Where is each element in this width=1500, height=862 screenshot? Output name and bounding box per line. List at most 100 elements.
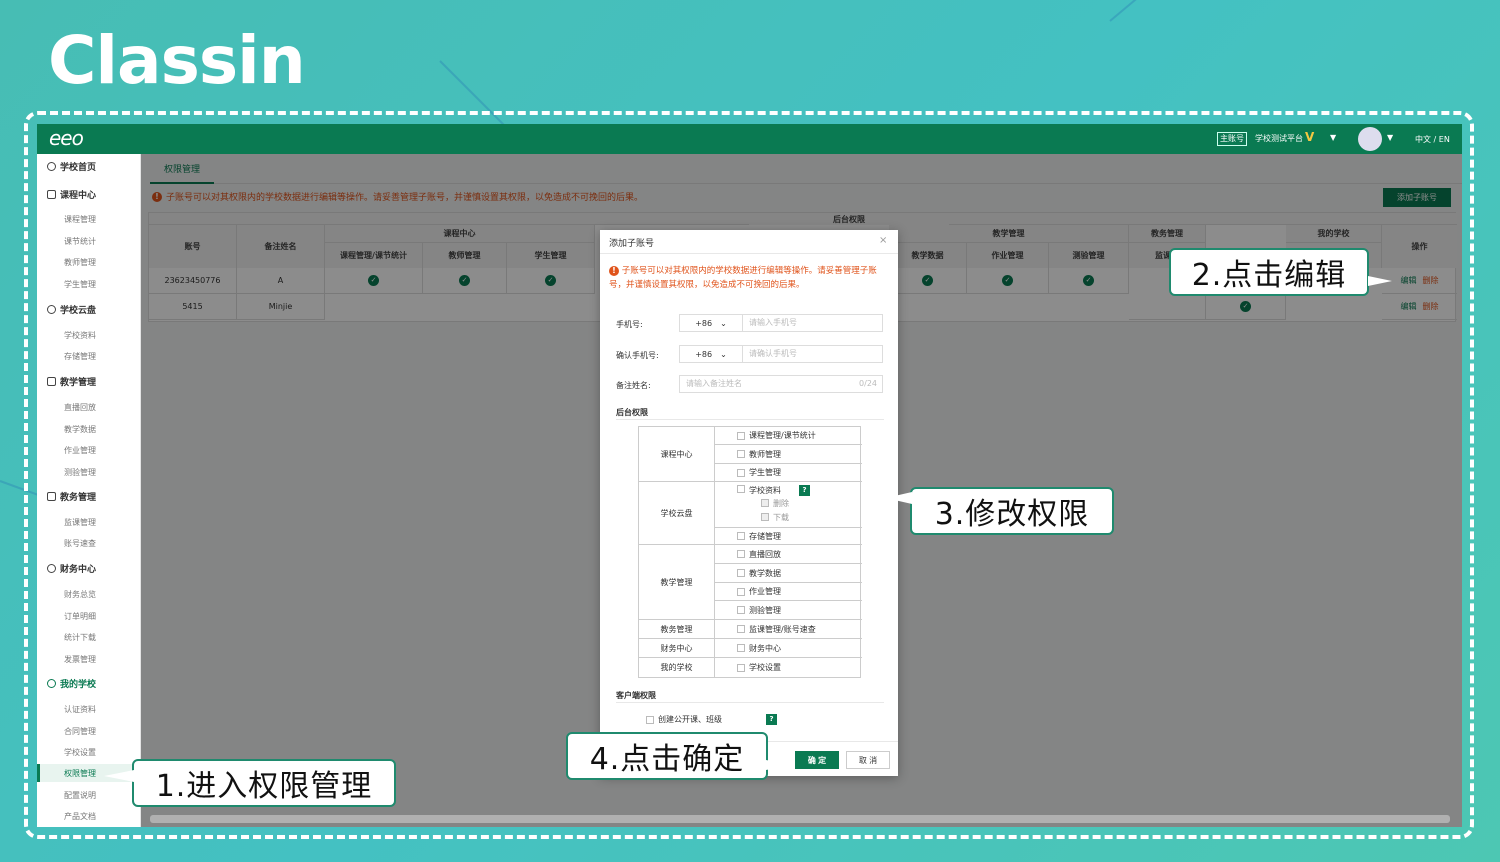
sub-perm-label: 删除 <box>773 498 789 508</box>
perm-row[interactable]: 教师管理 <box>715 445 862 464</box>
language-switch[interactable]: 中文 / EN <box>1415 134 1450 145</box>
perm-row[interactable]: 课程管理/课节统计 <box>715 427 862 445</box>
chevron-down-icon[interactable]: ▼ <box>1330 133 1336 142</box>
perm-row[interactable]: 财务中心 <box>715 639 862 658</box>
sidebar-item[interactable]: 学校设置 <box>64 747 96 758</box>
close-icon[interactable]: × <box>879 235 887 246</box>
sidebar-label: 财务中心 <box>60 565 97 575</box>
checkbox[interactable] <box>737 606 745 614</box>
sidebar-item-home[interactable]: 学校首页 <box>47 160 96 173</box>
phone-code-select[interactable]: +86 ⌄ <box>679 314 743 332</box>
sidebar-item-my-school[interactable]: 我的学校 <box>47 677 96 690</box>
sidebar-item[interactable]: 监课管理 <box>64 517 96 528</box>
chevron-down-icon[interactable]: ▼ <box>1387 133 1393 142</box>
sidebar-item-cloud[interactable]: 学校云盘 <box>47 303 96 316</box>
phone-code: +86 <box>695 349 713 359</box>
perm-row[interactable]: 教学数据 <box>715 564 862 583</box>
avatar[interactable] <box>1358 127 1382 151</box>
sidebar-item[interactable]: 教学数据 <box>64 424 96 435</box>
perm-label: 学生管理 <box>749 468 781 477</box>
perm-row[interactable]: 学校设置 <box>715 658 862 677</box>
top-bar: eeo 主账号 学校测试平台 V ▼ ▼ 中文 / EN <box>37 124 1462 154</box>
sidebar-item[interactable]: 课节统计 <box>64 236 96 247</box>
horizontal-scrollbar[interactable] <box>150 815 1450 823</box>
confirm-phone-code-select[interactable]: +86 ⌄ <box>679 345 743 363</box>
sidebar-item[interactable]: 直播回放 <box>64 402 96 413</box>
sidebar-item-academic[interactable]: 教务管理 <box>47 490 96 503</box>
confirm-button[interactable]: 确 定 <box>795 751 839 769</box>
perm-row[interactable]: 监课管理/账号速查 <box>715 620 862 639</box>
client-perm-row[interactable]: 创建公开课、班级? <box>646 714 777 725</box>
sidebar-item[interactable]: 测验管理 <box>64 467 96 478</box>
checkbox <box>761 513 769 521</box>
warning-text: 子账号可以对其权限内的学校数据进行编辑等操作。请妥善管理子账号，并谨慎设置其权限… <box>609 266 877 290</box>
calendar-icon <box>47 190 56 199</box>
checkbox[interactable] <box>737 431 745 440</box>
sidebar-item-teaching[interactable]: 教学管理 <box>47 375 96 388</box>
callout-tail <box>766 760 792 770</box>
sidebar-item[interactable]: 学生管理 <box>64 279 96 290</box>
checkbox[interactable] <box>737 625 745 633</box>
perm-row[interactable]: 测验管理 <box>715 601 862 620</box>
sidebar-item[interactable]: 财务总览 <box>64 589 96 600</box>
home-icon <box>47 162 56 171</box>
chevron-down-icon: ⌄ <box>720 318 727 328</box>
perm-row[interactable]: 学生管理 <box>715 464 862 482</box>
name-label: 备注姓名: <box>616 381 651 390</box>
sidebar-item[interactable]: 订单明细 <box>64 611 96 622</box>
vip-icon: V <box>1305 130 1315 144</box>
checkbox[interactable] <box>737 532 745 540</box>
sidebar-item[interactable]: 账号速查 <box>64 538 96 549</box>
checkbox[interactable] <box>646 715 654 724</box>
sidebar-item[interactable]: 认证资料 <box>64 704 96 715</box>
chevron-down-icon: ⌄ <box>720 349 727 359</box>
name-input[interactable]: 请输入备注姓名 0/24 <box>679 375 883 393</box>
perm-row[interactable]: 直播回放 <box>715 545 862 564</box>
sidebar-label: 学校云盘 <box>60 306 97 316</box>
name-placeholder: 请输入备注姓名 <box>686 379 742 388</box>
checkbox[interactable] <box>737 550 745 558</box>
sidebar-item[interactable]: 学校资料 <box>64 330 96 341</box>
sidebar-item[interactable]: 课程管理 <box>64 214 96 225</box>
sidebar-item-course-center[interactable]: 课程中心 <box>47 188 96 201</box>
sidebar-item-finance[interactable]: 财务中心 <box>47 562 96 575</box>
help-icon[interactable]: ? <box>799 485 810 496</box>
perm-row[interactable]: 作业管理 <box>715 583 862 601</box>
perm-label: 作业管理 <box>749 587 781 596</box>
backend-perm-title: 后台权限 <box>616 408 648 417</box>
phone-input[interactable]: 请输入手机号 <box>742 314 883 332</box>
callout-tail <box>886 492 912 504</box>
school-icon <box>47 679 56 688</box>
school-name[interactable]: 学校测试平台 <box>1255 133 1303 144</box>
checkbox[interactable] <box>737 468 745 477</box>
sidebar-item[interactable]: 产品文档 <box>64 811 96 822</box>
help-icon[interactable]: ? <box>766 714 777 725</box>
perm-label: 财务中心 <box>749 643 781 653</box>
classin-logo: Classin <box>48 22 306 99</box>
char-count: 0/24 <box>859 379 877 388</box>
sidebar-item[interactable]: 发票管理 <box>64 654 96 665</box>
perm-row[interactable]: 存储管理 <box>715 527 862 545</box>
sidebar-item[interactable]: 教师管理 <box>64 257 96 268</box>
checkbox[interactable] <box>737 663 745 672</box>
perm-label: 测验管理 <box>749 605 781 615</box>
checkbox[interactable] <box>737 569 745 577</box>
checkbox[interactable] <box>737 450 745 458</box>
checkbox[interactable] <box>737 485 745 493</box>
checkbox <box>761 499 769 507</box>
checkbox[interactable] <box>737 587 745 596</box>
cancel-button[interactable]: 取 消 <box>846 751 890 769</box>
sidebar-item[interactable]: 合同管理 <box>64 726 96 737</box>
grid-icon <box>47 492 56 501</box>
sidebar-item[interactable]: 作业管理 <box>64 445 96 456</box>
sidebar-item[interactable]: 配置说明 <box>64 790 96 801</box>
sidebar-label: 教务管理 <box>60 493 97 503</box>
divider <box>616 702 884 703</box>
confirm-phone-input[interactable]: 请确认手机号 <box>742 345 883 363</box>
sidebar-item[interactable]: 存储管理 <box>64 351 96 362</box>
checkbox[interactable] <box>737 644 745 652</box>
callout-step4: 4.点击确定 <box>566 732 768 780</box>
sidebar-item[interactable]: 统计下载 <box>64 632 96 643</box>
sidebar: 学校首页 课程中心 课程管理 课节统计 教师管理 学生管理 学校云盘 学校资料 … <box>37 154 141 827</box>
sidebar-item-permissions[interactable]: 权限管理 <box>64 768 96 779</box>
